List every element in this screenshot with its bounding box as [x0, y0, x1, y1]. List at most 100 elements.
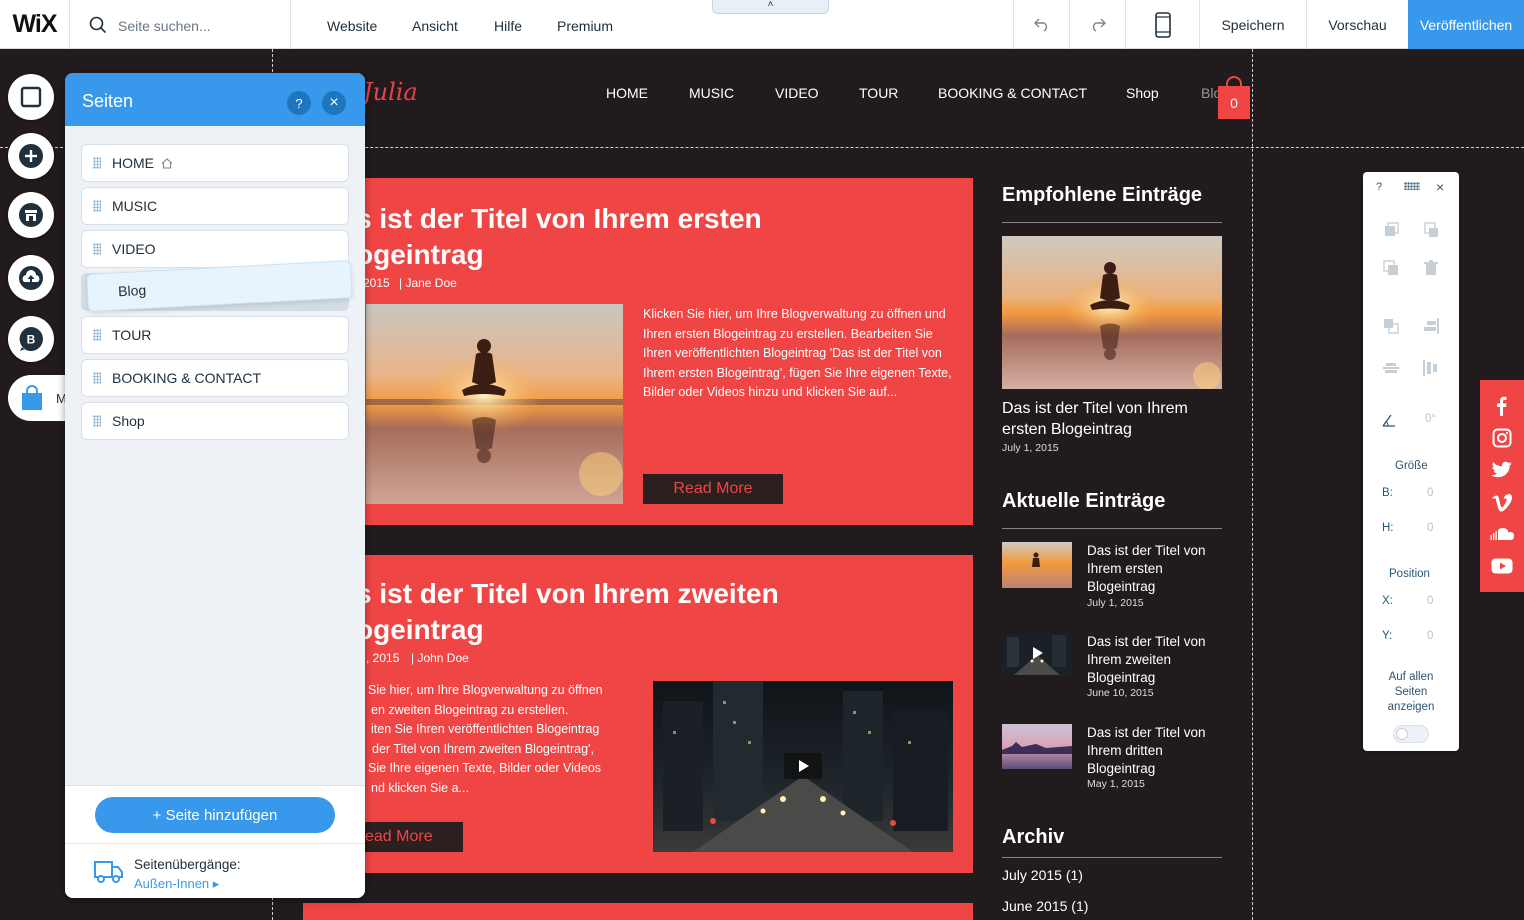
recent-post-date: May 1, 2015	[1087, 778, 1145, 790]
site-nav-shop[interactable]: Shop	[1126, 85, 1159, 101]
instagram-icon[interactable]	[1480, 422, 1524, 454]
post-author[interactable]: | John Doe	[411, 651, 469, 665]
drag-grip-icon[interactable]	[93, 372, 101, 384]
show-all-pages-label: Auf allen	[1388, 671, 1434, 683]
drag-grip-icon[interactable]	[93, 157, 101, 169]
pages-panel-title: Seiten	[82, 91, 134, 111]
site-nav-video[interactable]: VIDEO	[775, 85, 819, 101]
soundcloud-icon[interactable]	[1480, 518, 1524, 550]
drag-grip-icon[interactable]	[93, 200, 101, 212]
divider	[1002, 222, 1222, 223]
twitter-icon[interactable]	[1480, 454, 1524, 486]
redo-button[interactable]	[1070, 0, 1126, 49]
menu-premium[interactable]: Premium	[557, 18, 613, 34]
show-all-pages-toggle[interactable]	[1393, 725, 1429, 743]
site-nav-booking[interactable]: BOOKING & CONTACT	[938, 85, 1087, 101]
meditation-image[interactable]	[366, 304, 623, 504]
menu-ansicht[interactable]: Ansicht	[412, 18, 458, 34]
bring-forward-icon[interactable]	[1383, 222, 1399, 238]
search-box[interactable]	[70, 0, 291, 49]
page-item-home[interactable]: HOME	[81, 144, 349, 182]
save-button[interactable]: Speichern	[1200, 0, 1307, 49]
menu-website[interactable]: Website	[327, 18, 377, 34]
post-author[interactable]: | Jane Doe	[399, 276, 457, 290]
menu-hilfe[interactable]: Hilfe	[494, 18, 522, 34]
page-item-tour[interactable]: TOUR	[81, 316, 349, 354]
page-item-booking[interactable]: BOOKING & CONTACT	[81, 359, 349, 397]
site-nav-tour[interactable]: TOUR	[859, 85, 898, 101]
x-label: X:	[1382, 595, 1393, 607]
site-nav-music[interactable]: MUSIC	[689, 85, 734, 101]
post-title-line[interactable]: ogeintrag	[356, 612, 484, 648]
featured-post-image[interactable]	[1002, 236, 1222, 389]
my-store-button[interactable]: M	[8, 375, 68, 421]
inspector-close-button[interactable]: ×	[1436, 179, 1444, 195]
pages-close-button[interactable]: ×	[322, 91, 346, 115]
rotate-icon[interactable]	[1381, 412, 1397, 428]
add-page-button[interactable]: + Seite hinzufügen	[95, 797, 335, 833]
blog-post-card[interactable]	[303, 903, 973, 920]
recent-post-title[interactable]: Das ist der Titel von Ihrem ersten Bloge…	[1087, 542, 1222, 596]
height-value[interactable]: 0	[1427, 522, 1433, 534]
background-icon	[20, 86, 42, 108]
background-button[interactable]	[8, 74, 54, 120]
site-nav-home[interactable]: HOME	[606, 85, 648, 101]
rotation-value[interactable]: 0°	[1425, 413, 1436, 425]
y-value[interactable]: 0	[1427, 630, 1433, 642]
collapse-toolbar-tab[interactable]: ˄	[712, 0, 829, 14]
wix-logo[interactable]: WiX	[0, 0, 70, 49]
post-title-line[interactable]: ogeintrag	[356, 237, 484, 273]
recent-post-thumbnail[interactable]	[1002, 724, 1072, 769]
recent-post-date: July 1, 2015	[1087, 597, 1144, 609]
send-backward-icon[interactable]	[1423, 222, 1439, 238]
align-right-icon[interactable]	[1423, 318, 1439, 334]
vimeo-icon[interactable]	[1480, 486, 1524, 518]
facebook-icon[interactable]	[1480, 390, 1524, 422]
divider	[65, 843, 365, 844]
read-more-button[interactable]: Read More	[643, 474, 783, 504]
add-button[interactable]	[8, 133, 54, 179]
recent-post-thumbnail[interactable]	[1002, 542, 1072, 588]
upload-button[interactable]	[8, 255, 54, 301]
drag-grip-icon[interactable]	[93, 415, 101, 427]
archive-link[interactable]: July 2015 (1)	[1002, 867, 1083, 883]
archive-link[interactable]: June 2015 (1)	[1002, 898, 1088, 914]
featured-post-title[interactable]: Das ist der Titel von Ihrem ersten Bloge…	[1002, 398, 1222, 440]
search-input[interactable]	[118, 14, 278, 38]
preview-button[interactable]: Vorschau	[1307, 0, 1408, 49]
x-value[interactable]: 0	[1427, 595, 1433, 607]
city-video-thumbnail[interactable]	[653, 681, 953, 852]
duplicate-icon[interactable]	[1383, 260, 1399, 276]
undo-button[interactable]	[1013, 0, 1070, 49]
recent-post-thumbnail[interactable]	[1002, 633, 1072, 675]
blog-post-card[interactable]: s ist der Titel von Ihrem zweiten ogeint…	[303, 555, 973, 873]
cart-icon[interactable]: 0	[1218, 86, 1250, 119]
transitions-link[interactable]: Außen-Innen ▸	[134, 876, 219, 892]
post-title-line[interactable]: s ist der Titel von Ihrem ersten	[356, 201, 762, 237]
blog-post-card[interactable]: s ist der Titel von Ihrem ersten ogeintr…	[303, 178, 973, 525]
width-value[interactable]: 0	[1427, 487, 1433, 499]
recent-post-title[interactable]: Das ist der Titel von Ihrem zweiten Blog…	[1087, 633, 1222, 687]
pages-help-button[interactable]: ?	[287, 91, 311, 115]
cloud-upload-icon	[19, 266, 43, 290]
drag-handle-icon[interactable]	[1404, 182, 1420, 190]
mobile-view-button[interactable]	[1126, 0, 1200, 49]
drag-grip-icon[interactable]	[93, 329, 101, 341]
inspector-help-button[interactable]: ?	[1376, 181, 1382, 193]
page-transition-icon	[94, 861, 123, 883]
distribute-icon[interactable]	[1423, 360, 1439, 376]
site-logo-text[interactable]: Julia	[363, 78, 418, 106]
app-market-button[interactable]	[8, 192, 54, 238]
align-center-icon[interactable]	[1383, 360, 1399, 376]
publish-button[interactable]: Veröffentlichen	[1408, 0, 1524, 49]
youtube-icon[interactable]	[1480, 550, 1524, 582]
page-item-music[interactable]: MUSIC	[81, 187, 349, 225]
page-item-shop[interactable]: Shop	[81, 402, 349, 440]
post-title-line[interactable]: s ist der Titel von Ihrem zweiten	[356, 576, 779, 612]
drag-grip-icon[interactable]	[93, 243, 101, 255]
blog-button[interactable]: B	[8, 316, 54, 362]
y-label: Y:	[1382, 630, 1393, 642]
recent-post-title[interactable]: Das ist der Titel von Ihrem dritten Blog…	[1087, 724, 1222, 778]
arrange-icon[interactable]	[1383, 318, 1399, 334]
delete-icon[interactable]	[1423, 260, 1439, 276]
